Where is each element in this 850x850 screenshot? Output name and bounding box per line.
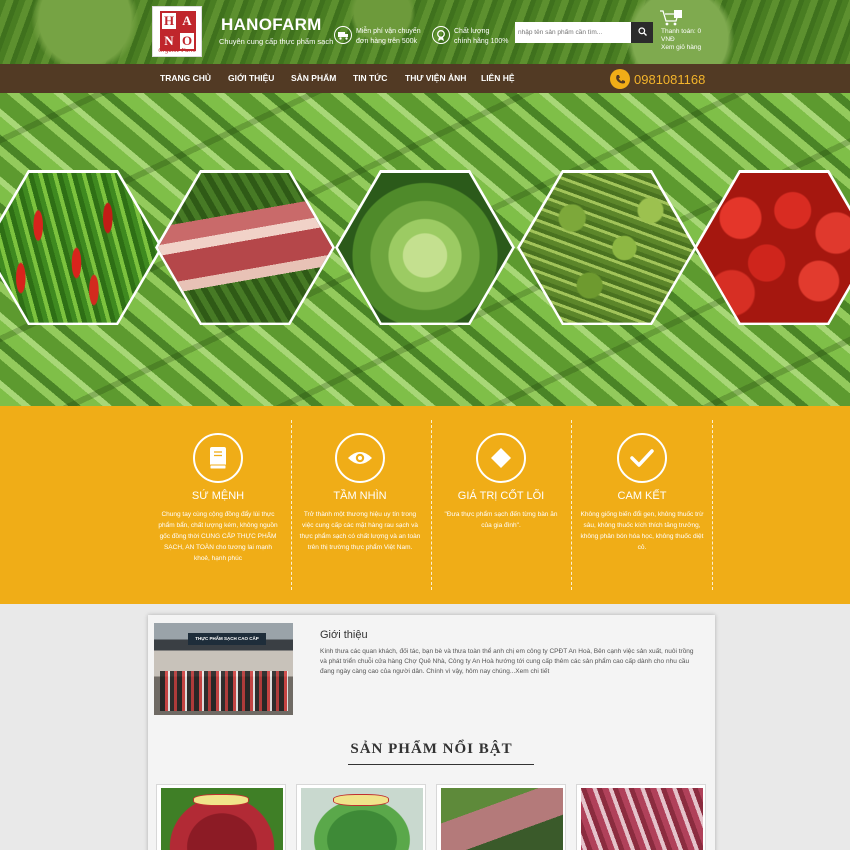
logo-subtitle: Organic Farm — [158, 47, 196, 54]
award-icon — [432, 26, 450, 44]
search-input[interactable] — [515, 22, 631, 43]
staff-group — [160, 671, 288, 711]
value-mission: SỨ MỆNH Chung tay cùng cộng đồng đẩy lùi… — [148, 406, 288, 604]
feature-shipping: Miễn phí vận chuyển đơn hàng trên 500k — [356, 27, 421, 47]
featured-underline — [348, 764, 534, 765]
hero-banner — [0, 93, 850, 406]
book-icon — [193, 433, 243, 483]
cart-total: Thanh toán: 0 — [661, 28, 702, 35]
value-title: GIÁ TRỊ CỐT LÕI — [457, 490, 545, 502]
values-section: SỨ MỆNH Chung tay cùng cộng đồng đẩy lùi… — [0, 406, 850, 604]
product-card[interactable] — [156, 784, 286, 850]
logo-letter: H — [160, 11, 178, 31]
product-card[interactable] — [296, 784, 426, 850]
product-image-meat[interactable] — [441, 788, 563, 850]
value-title: CAM KẾT — [617, 490, 667, 502]
cart-summary[interactable]: Thanh toán: 0 VNĐ Xem giỏ hàng — [661, 28, 701, 52]
logo-letter: A — [178, 11, 196, 31]
value-text: Trở thành một thương hiệu uy tín trong v… — [299, 511, 421, 551]
nav-item-home[interactable]: TRANG CHỦ — [160, 64, 211, 93]
store-banner: THỰC PHẨM SẠCH CAO CẤP — [188, 633, 266, 645]
value-vision: TẦM NHÌN Trở thành một thương hiệu uy tí… — [290, 406, 430, 604]
featured-title: SẢN PHẨM NỔI BẬT — [350, 741, 513, 757]
logo-mark: H A N O — [160, 11, 196, 51]
view-cart-link[interactable]: Xem giỏ hàng — [661, 44, 701, 52]
check-icon — [617, 433, 667, 483]
product-image-pork[interactable] — [581, 788, 703, 850]
hex-tile-cabbage — [335, 170, 515, 325]
intro-text: Kính thưa các quan khách, đối tác, bạn b… — [320, 648, 694, 675]
hotline[interactable]: 0981081168 — [610, 69, 705, 89]
cart-icon[interactable] — [660, 10, 682, 26]
product-card[interactable] — [436, 784, 566, 850]
product-image-melon[interactable] — [301, 788, 423, 850]
phone-number[interactable]: 0981081168 — [634, 72, 705, 87]
value-commitment: CAM KẾT Không giống biến đổi gen, không … — [572, 406, 712, 604]
feature-line: Miễn phí vận chuyển — [356, 28, 421, 35]
intro-photo[interactable]: THỰC PHẨM SẠCH CAO CẤP — [154, 623, 293, 715]
brand-name[interactable]: HANOFARM — [221, 15, 322, 35]
product-image-rambutan[interactable] — [161, 788, 283, 850]
truck-icon — [334, 26, 352, 44]
search-button[interactable] — [631, 22, 653, 43]
nav-item-products[interactable]: SẢN PHẨM — [291, 64, 336, 93]
feature-line: chính hãng 100% — [454, 38, 509, 45]
value-text: Không giống biến đổi gen, không thuốc tr… — [580, 511, 704, 551]
value-text: "Đưa thực phẩm sạch đến từng bàn ăn của … — [444, 511, 558, 529]
site-logo[interactable]: H A N O Organic Farm — [152, 6, 202, 57]
value-core: GIÁ TRỊ CỐT LÕI "Đưa thực phẩm sạch đến … — [431, 406, 571, 604]
phone-icon — [610, 69, 630, 89]
cart-currency: VNĐ — [661, 36, 675, 43]
intro-title[interactable]: Giới thiệu — [320, 629, 368, 641]
search-bar — [515, 22, 653, 43]
product-card[interactable] — [576, 784, 706, 850]
divider — [712, 420, 713, 590]
search-icon — [637, 27, 647, 36]
main-content: THỰC PHẨM SẠCH CAO CẤP Giới thiệu Kính t… — [148, 615, 715, 850]
nav-item-contact[interactable]: LIÊN HỆ — [481, 64, 515, 93]
diamond-icon — [476, 433, 526, 483]
hex-tile-chili — [0, 170, 163, 325]
nav-item-news[interactable]: TIN TỨC — [353, 64, 387, 93]
feature-quality: Chất lượng chính hãng 100% — [454, 27, 509, 47]
feature-line: đơn hàng trên 500k — [356, 38, 418, 45]
value-text: Chung tay cùng cộng đồng đẩy lùi thực ph… — [158, 511, 278, 562]
hex-tile-herb — [517, 170, 697, 325]
main-nav: TRANG CHỦ GIỚI THIỆU SẢN PHẨM TIN TỨC TH… — [0, 64, 850, 93]
hex-tile-meat — [155, 170, 335, 325]
eye-icon — [335, 433, 385, 483]
nav-item-about[interactable]: GIỚI THIỆU — [228, 64, 274, 93]
feature-line: Chất lượng — [454, 28, 490, 35]
nav-item-gallery[interactable]: THƯ VIỆN ẢNH — [405, 64, 466, 93]
value-title: SỨ MỆNH — [191, 490, 245, 502]
value-title: TẦM NHÌN — [333, 490, 387, 502]
brand-tagline: Chuyên cung cấp thực phẩm sạch — [219, 37, 334, 46]
site-header: H A N O Organic Farm HANOFARM Chuyên cun… — [0, 0, 850, 64]
hex-tile-tomato — [694, 170, 850, 325]
